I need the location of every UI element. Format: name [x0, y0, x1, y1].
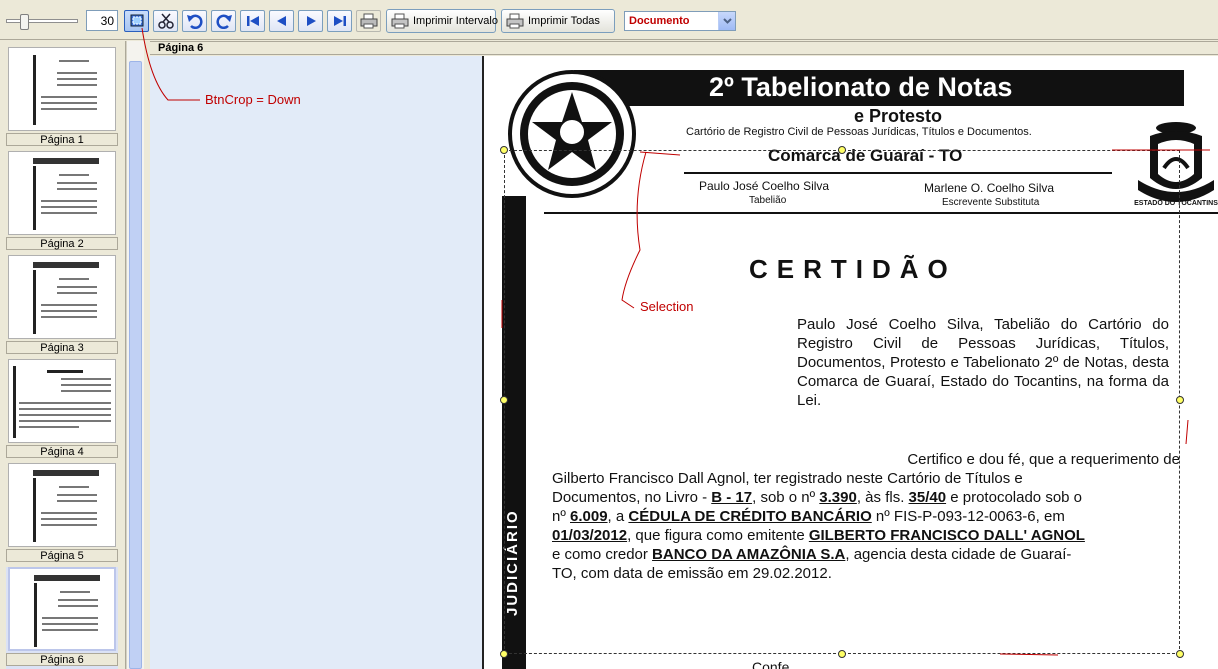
- selection-annotation: Selection: [640, 299, 694, 314]
- btncrop-annotation: BtnCrop = Down: [205, 92, 301, 107]
- annotation-overlay: [141, 27, 1210, 656]
